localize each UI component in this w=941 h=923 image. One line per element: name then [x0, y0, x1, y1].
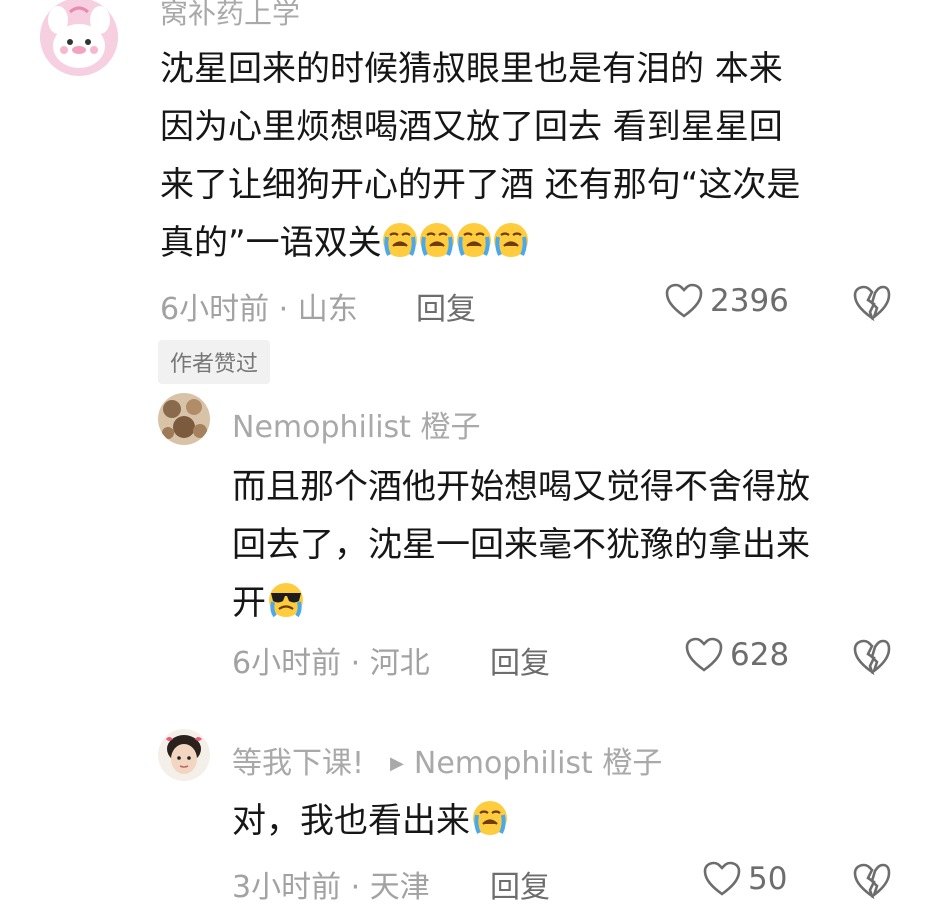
heart-icon: [703, 861, 741, 896]
comment-text: 对，我也看出来: [232, 792, 912, 856]
comment-line: 因为心里烦想喝酒又放了回去 看到星星回: [160, 107, 783, 147]
comment-meta: 6小时前 · 山东: [160, 292, 358, 327]
avatar-image: [158, 393, 210, 445]
avatar-image: [40, 0, 118, 76]
like-button[interactable]: 2396: [664, 282, 789, 320]
reply-arrow-icon: ▶: [390, 753, 404, 774]
heart-icon: [685, 637, 723, 672]
comment-text: 沈星回来的时候猜叔眼里也是有泪的 本来 因为心里烦想喝酒又放了回去 看到星星回 …: [160, 40, 920, 278]
avatar-image: [158, 729, 210, 781]
comment-line: 来了让细狗开心的开了酒 还有那句“这次是: [160, 165, 801, 205]
username[interactable]: 窝补药上学: [160, 0, 300, 32]
comment-line: 回去了，沈星一回来毫不犹豫的拿出来: [232, 525, 810, 565]
comment-text: 而且那个酒他开始想喝又觉得不舍得放 回去了，沈星一回来毫不犹豫的拿出来 开: [232, 458, 912, 638]
comment-line: 沈星回来的时候猜叔眼里也是有泪的 本来: [160, 49, 783, 89]
author-liked-badge: 作者赞过: [158, 340, 271, 384]
like-count: 50: [748, 861, 788, 897]
comment-meta: 3小时前 · 天津: [232, 870, 430, 905]
username[interactable]: 等我下课!: [232, 746, 364, 781]
username-row: 等我下课! ▶ Nemophilist 橙子: [232, 738, 662, 782]
reply-to-username[interactable]: Nemophilist 橙子: [414, 746, 662, 781]
broken-heart-icon: [853, 285, 891, 322]
avatar[interactable]: [158, 393, 210, 445]
heart-icon: [665, 283, 703, 318]
broken-heart-icon: [853, 639, 891, 676]
comment-line: 开: [232, 574, 912, 638]
comment-meta: 6小时前 · 河北: [232, 646, 430, 681]
comment-line: 真的”一语双关: [160, 214, 920, 278]
dislike-button[interactable]: [852, 284, 892, 326]
reply-button[interactable]: 回复: [490, 638, 550, 682]
like-count: 628: [730, 637, 790, 673]
dislike-button[interactable]: [852, 638, 892, 680]
sunglasses-crying-face-icon: [266, 580, 306, 638]
loudly-crying-face-icon: [382, 220, 530, 278]
avatar[interactable]: [40, 0, 118, 76]
loudly-crying-face-icon: [470, 798, 510, 856]
broken-heart-icon: [853, 863, 891, 900]
avatar[interactable]: [158, 729, 210, 781]
reply-button[interactable]: 回复: [490, 862, 550, 906]
dislike-button[interactable]: [852, 862, 892, 904]
username[interactable]: Nemophilist 橙子: [232, 402, 480, 446]
like-button[interactable]: 50: [702, 860, 787, 898]
comment-line: 对，我也看出来: [232, 792, 912, 856]
comment-line: 而且那个酒他开始想喝又觉得不舍得放: [232, 467, 810, 507]
reply-button[interactable]: 回复: [416, 284, 476, 328]
like-button[interactable]: 628: [684, 636, 789, 674]
like-count: 2396: [710, 283, 789, 319]
